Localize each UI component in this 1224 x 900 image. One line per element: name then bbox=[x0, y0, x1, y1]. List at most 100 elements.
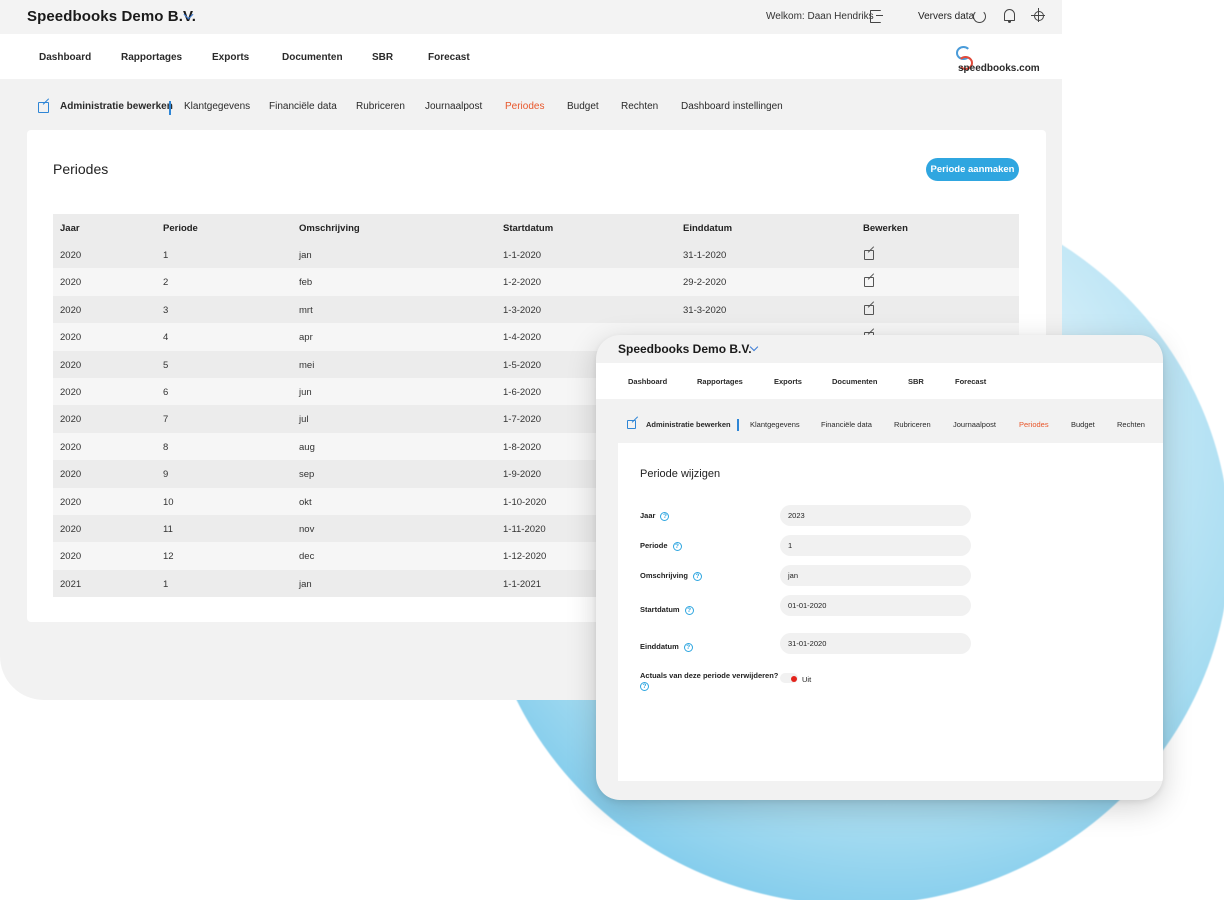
nav-dashboard[interactable]: Dashboard bbox=[628, 377, 667, 386]
welcome-text: Welkom: Daan Hendriks bbox=[766, 11, 874, 22]
sub-nav: Administratie bewerken Klantgegevens Fin… bbox=[596, 419, 1163, 432]
cell-periode: 10 bbox=[163, 496, 174, 508]
cell-startdatum: 1-7-2020 bbox=[503, 414, 542, 426]
subnav-klantgegevens[interactable]: Klantgegevens bbox=[184, 101, 250, 112]
col-jaar[interactable]: Jaar bbox=[60, 223, 80, 234]
cell-omschrijving: jan bbox=[299, 250, 312, 261]
edit-row-icon[interactable] bbox=[864, 277, 874, 288]
cell-omschrijving: sep bbox=[299, 469, 315, 481]
subnav-budget[interactable]: Budget bbox=[1071, 420, 1095, 429]
subnav-budget[interactable]: Budget bbox=[567, 101, 599, 112]
nav-dashboard[interactable]: Dashboard bbox=[39, 52, 91, 63]
nav-forecast[interactable]: Forecast bbox=[428, 52, 470, 63]
logo-text: speedbooks.com bbox=[958, 63, 1040, 74]
toggle-state-label: Uit bbox=[802, 675, 812, 684]
cell-startdatum: 1-6-2020 bbox=[503, 386, 542, 398]
subnav-periodes[interactable]: Periodes bbox=[1019, 420, 1049, 429]
cell-omschrijving: mei bbox=[299, 359, 315, 371]
cell-periode: 6 bbox=[163, 386, 169, 398]
cell-periode: 2 bbox=[163, 277, 169, 289]
help-icon[interactable]: ? bbox=[660, 511, 670, 521]
subnav-dashboard-instellingen[interactable]: Dashboard instellingen bbox=[681, 101, 783, 112]
edit-row-icon[interactable] bbox=[864, 304, 874, 315]
table-row: 2020 2 feb 1-2-2020 29-2-2020 bbox=[53, 268, 1019, 296]
help-icon[interactable]: ? bbox=[684, 605, 694, 615]
company-name[interactable]: Speedbooks Demo B.V. bbox=[27, 8, 196, 25]
cell-startdatum: 1-9-2020 bbox=[503, 469, 542, 481]
nav-sbr[interactable]: SBR bbox=[372, 52, 393, 63]
create-period-button[interactable]: Periode aanmaken bbox=[926, 158, 1019, 181]
nav-sbr[interactable]: SBR bbox=[908, 377, 924, 386]
subnav-rubriceren[interactable]: Rubriceren bbox=[894, 420, 931, 429]
cell-jaar: 2020 bbox=[60, 441, 82, 453]
nav-documenten[interactable]: Documenten bbox=[832, 377, 877, 386]
subnav-administratie-bewerken[interactable]: Administratie bewerken bbox=[60, 101, 173, 112]
main-nav: Dashboard Rapportages Exports Documenten… bbox=[0, 34, 1062, 79]
help-icon[interactable]: ? bbox=[640, 681, 649, 691]
cell-jaar: 2020 bbox=[60, 359, 82, 371]
subnav-rechten[interactable]: Rechten bbox=[621, 101, 658, 112]
cell-omschrijving: dec bbox=[299, 551, 315, 563]
subnav-rechten[interactable]: Rechten bbox=[1117, 420, 1145, 429]
logout-icon[interactable] bbox=[870, 10, 883, 23]
cell-jaar: 2020 bbox=[60, 304, 82, 316]
subnav-administratie-bewerken[interactable]: Administratie bewerken bbox=[646, 420, 731, 429]
subnav-journaalpost[interactable]: Journaalpost bbox=[953, 420, 996, 429]
col-einddatum[interactable]: Einddatum bbox=[683, 223, 732, 234]
help-icon[interactable]: ? bbox=[683, 642, 693, 652]
table-row: 2020 1 jan 1-1-2020 31-1-2020 bbox=[53, 241, 1019, 269]
cell-startdatum: 1-5-2020 bbox=[503, 359, 542, 371]
bell-icon[interactable] bbox=[1004, 9, 1015, 23]
nav-documenten[interactable]: Documenten bbox=[282, 52, 343, 63]
subnav-rubriceren[interactable]: Rubriceren bbox=[356, 101, 405, 112]
input-jaar[interactable]: 2023 bbox=[780, 505, 971, 526]
cell-startdatum: 1-1-2020 bbox=[503, 250, 542, 261]
cell-periode: 4 bbox=[163, 332, 169, 344]
edit-row-icon[interactable] bbox=[864, 250, 874, 260]
cell-periode: 5 bbox=[163, 359, 169, 371]
cell-startdatum: 1-12-2020 bbox=[503, 551, 547, 563]
toggle-knob bbox=[791, 676, 797, 682]
refresh-icon[interactable] bbox=[973, 10, 986, 23]
refresh-data-label[interactable]: Ververs data bbox=[918, 11, 974, 22]
input-einddatum[interactable]: 31-01-2020 bbox=[780, 633, 971, 654]
field-label-jaar: Jaar? bbox=[640, 511, 670, 521]
main-nav: Dashboard Rapportages Exports Documenten… bbox=[596, 363, 1163, 399]
company-name[interactable]: Speedbooks Demo B.V. bbox=[618, 342, 752, 356]
help-icon[interactable]: ? bbox=[672, 541, 682, 551]
logo: speedbooks.com bbox=[955, 45, 1040, 74]
input-startdatum[interactable]: 01-01-2020 bbox=[780, 595, 971, 616]
col-startdatum[interactable]: Startdatum bbox=[503, 223, 553, 234]
subnav-financiele-data[interactable]: Financiële data bbox=[821, 420, 872, 429]
help-icon[interactable]: ? bbox=[692, 571, 702, 581]
cell-jaar: 2020 bbox=[60, 496, 82, 508]
nav-exports[interactable]: Exports bbox=[774, 377, 802, 386]
theme-toggle-icon[interactable] bbox=[1031, 8, 1045, 22]
subnav-financiele-data[interactable]: Financiële data bbox=[269, 101, 337, 112]
col-omschrijving[interactable]: Omschrijving bbox=[299, 223, 360, 234]
cell-omschrijving: nov bbox=[299, 523, 315, 535]
nav-forecast[interactable]: Forecast bbox=[955, 377, 986, 386]
subnav-klantgegevens[interactable]: Klantgegevens bbox=[750, 420, 800, 429]
form-title: Periode wijzigen bbox=[640, 468, 721, 480]
nav-rapportages[interactable]: Rapportages bbox=[697, 377, 743, 386]
subnav-journaalpost[interactable]: Journaalpost bbox=[425, 101, 482, 112]
subnav-periodes[interactable]: Periodes bbox=[505, 101, 544, 112]
input-omschrijving[interactable]: jan bbox=[780, 565, 971, 586]
cell-periode: 3 bbox=[163, 304, 169, 316]
nav-rapportages[interactable]: Rapportages bbox=[121, 52, 182, 63]
cell-jaar: 2021 bbox=[60, 578, 82, 590]
cell-periode: 9 bbox=[163, 469, 169, 481]
cell-startdatum: 1-11-2020 bbox=[503, 523, 546, 535]
col-periode[interactable]: Periode bbox=[163, 223, 198, 234]
edit-icon bbox=[38, 102, 49, 113]
table-header: Jaar Periode Omschrijving Startdatum Ein… bbox=[53, 214, 1019, 241]
cell-einddatum: 31-3-2020 bbox=[683, 304, 727, 316]
top-bar: Speedbooks Demo B.V. bbox=[596, 335, 1163, 363]
field-label-einddatum: Einddatum? bbox=[640, 642, 693, 652]
nav-exports[interactable]: Exports bbox=[212, 52, 249, 63]
input-periode[interactable]: 1 bbox=[780, 535, 971, 556]
edit-period-form: Periode wijzigen Jaar? 2023 Periode? 1 O… bbox=[618, 443, 1163, 781]
cell-periode: 1 bbox=[163, 250, 169, 261]
delete-actuals-toggle[interactable] bbox=[780, 673, 798, 683]
